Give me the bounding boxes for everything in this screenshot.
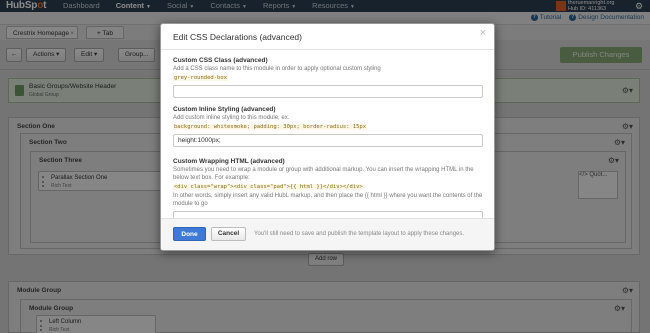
inline-style-example: background: whitesmoke; padding: 30px; b… [173,124,368,130]
css-class-label: Custom CSS Class (advanced) [173,57,268,64]
modal-body: Custom CSS Class (advanced) Add a CSS cl… [161,51,494,218]
modal-header: Edit CSS Declarations (advanced) × [161,24,494,50]
css-class-input[interactable] [173,85,483,98]
close-icon[interactable]: × [480,27,486,39]
modal-title: Edit CSS Declarations (advanced) [173,32,302,42]
wrapping-html-field-group: Custom Wrapping HTML (advanced) Sometime… [173,158,483,218]
inline-style-label: Custom Inline Styling (advanced) [173,106,276,113]
wrapping-html-label: Custom Wrapping HTML (advanced) [173,158,285,165]
wrapping-html-hint-2: In other words, simply insert any valid … [173,193,483,207]
done-button[interactable]: Done [173,227,206,241]
footer-note: You'll still need to save and publish th… [254,231,465,237]
wrapping-html-hint: Sometimes you need to wrap a module or g… [173,167,474,181]
inline-style-hint: Add custom inline styling to this module… [173,115,290,121]
inline-style-field-group: Custom Inline Styling (advanced) Add cus… [173,106,483,147]
modal-footer: Done Cancel You'll still need to save an… [161,218,494,250]
wrapping-html-example: <div class="wrap"><div class="pad">{{ ht… [173,184,364,190]
css-class-field-group: Custom CSS Class (advanced) Add a CSS cl… [173,57,483,98]
css-class-example: grey-rounded-box [173,75,228,81]
inline-style-input[interactable]: height:1000px; [173,134,483,147]
wrapping-html-input[interactable] [173,211,483,218]
cancel-button[interactable]: Cancel [211,227,246,241]
css-class-hint: Add a CSS class name to this module in o… [173,66,381,72]
edit-css-modal: Edit CSS Declarations (advanced) × Custo… [160,23,495,251]
